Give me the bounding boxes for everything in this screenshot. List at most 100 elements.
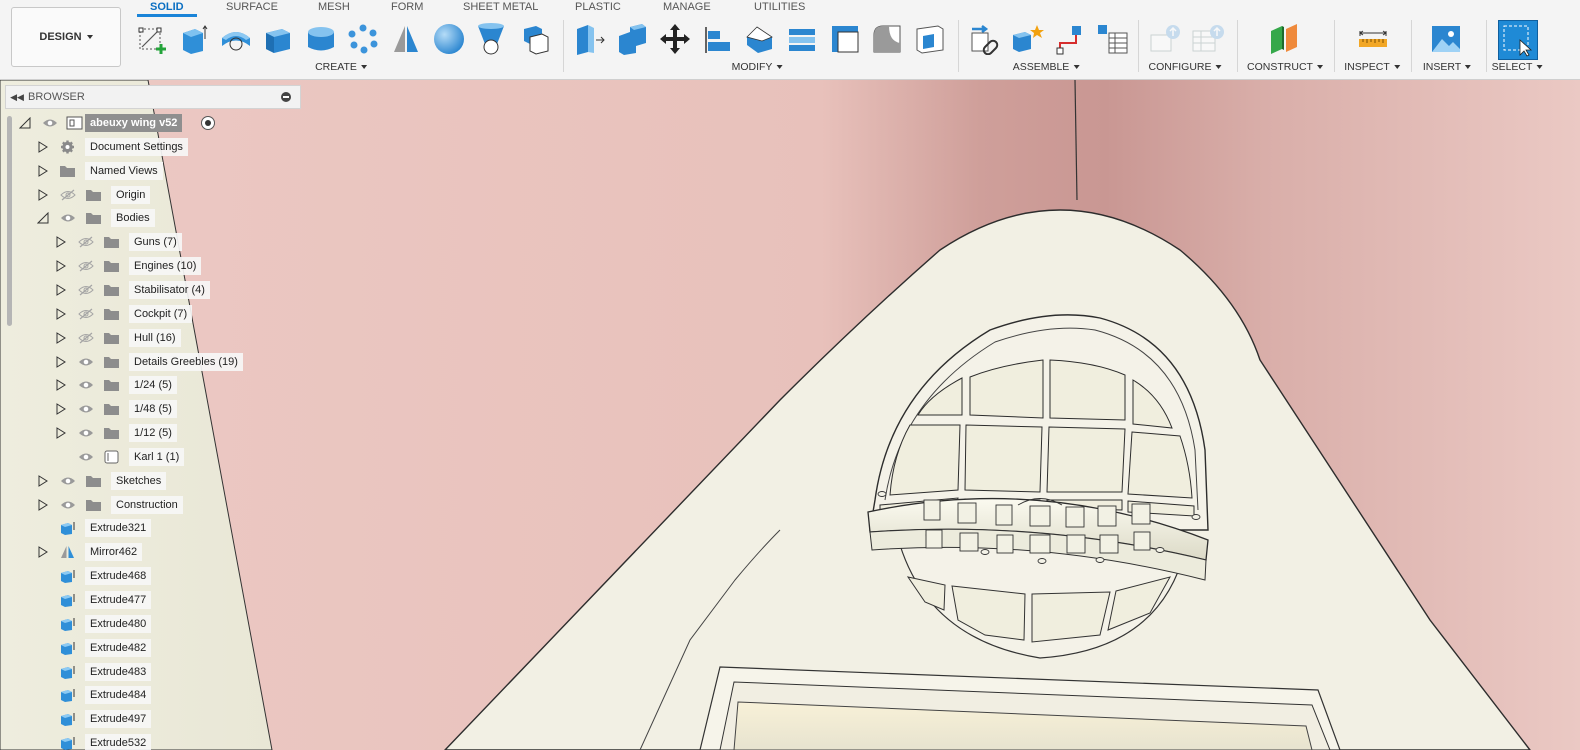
bill-of-materials-tool[interactable] xyxy=(1094,20,1130,58)
pattern-tool[interactable] xyxy=(345,20,381,58)
extrude-tool[interactable] xyxy=(175,20,211,58)
eye-icon[interactable] xyxy=(78,356,94,368)
tree-item-label[interactable]: Extrude497 xyxy=(85,710,152,729)
expand-triangle-icon[interactable] xyxy=(55,284,67,296)
split-face-tool[interactable] xyxy=(827,20,863,58)
select-menu[interactable]: SELECT xyxy=(1492,61,1543,73)
eye-icon[interactable] xyxy=(60,475,76,487)
expand-triangle-icon[interactable] xyxy=(55,427,67,439)
motion-link-tool[interactable] xyxy=(1052,20,1088,58)
insert-menu[interactable]: INSERT xyxy=(1423,61,1472,73)
combine-body-tool[interactable] xyxy=(912,20,948,58)
expand-triangle-icon[interactable] xyxy=(37,140,49,153)
eye-icon[interactable] xyxy=(78,427,94,439)
eye-icon[interactable] xyxy=(42,117,58,129)
root-component-label[interactable]: abeuxy wing v52 xyxy=(85,114,183,132)
tab-utilities[interactable]: UTILITIES xyxy=(741,0,818,15)
configure-menu[interactable]: CONFIGURE xyxy=(1149,61,1222,73)
tree-item-label[interactable]: Cockpit (7) xyxy=(129,304,193,323)
tree-item-label[interactable]: Extrude480 xyxy=(85,614,152,633)
cylinder-tool[interactable] xyxy=(303,20,339,58)
modify-menu[interactable]: MODIFY xyxy=(732,61,783,73)
sphere-tool[interactable] xyxy=(431,20,467,58)
scale-tool[interactable] xyxy=(869,20,905,58)
eye-icon[interactable] xyxy=(60,212,76,224)
minimize-icon[interactable] xyxy=(281,92,291,102)
new-component-tool[interactable] xyxy=(1009,20,1045,58)
eye-icon[interactable] xyxy=(78,451,94,463)
expand-triangle-icon[interactable] xyxy=(55,355,67,368)
fillet-tool[interactable] xyxy=(614,20,650,58)
eye-icon[interactable] xyxy=(78,379,94,391)
tree-item-label[interactable]: Sketches xyxy=(111,471,167,490)
tab-surface[interactable]: SURFACE xyxy=(213,0,291,15)
expand-triangle-icon[interactable] xyxy=(55,260,67,272)
tree-item-label[interactable]: Extrude483 xyxy=(85,662,152,681)
tree-item-label[interactable]: Extrude321 xyxy=(85,519,152,538)
tree-item-label[interactable]: Bodies xyxy=(111,209,155,228)
tree-item-label[interactable]: 1/48 (5) xyxy=(129,400,177,419)
tree-item-label[interactable]: 1/12 (5) xyxy=(129,424,177,443)
tree-item-label[interactable]: Extrude477 xyxy=(85,591,152,609)
tab-form[interactable]: FORM xyxy=(378,0,436,15)
revolve-tool[interactable] xyxy=(218,20,254,58)
shell-tool[interactable] xyxy=(784,20,820,58)
expand-triangle-icon[interactable] xyxy=(55,307,67,320)
press-pull-tool[interactable] xyxy=(572,20,608,58)
eye-hidden-icon[interactable] xyxy=(78,308,94,320)
tree-item-label[interactable]: Mirror462 xyxy=(85,543,143,562)
tree-item-label[interactable]: Hull (16) xyxy=(129,328,181,347)
tree-item-label[interactable]: Named Views xyxy=(85,161,163,180)
tab-manage[interactable]: MANAGE xyxy=(650,0,724,15)
expand-triangle-icon[interactable] xyxy=(37,474,49,487)
mirror-tool[interactable] xyxy=(388,20,424,58)
scrollbar-thumb[interactable] xyxy=(7,116,12,326)
eye-icon[interactable] xyxy=(60,499,76,511)
tree-item-label[interactable]: Details Greebles (19) xyxy=(129,352,243,371)
chamfer-tool[interactable] xyxy=(742,20,778,58)
eye-hidden-icon[interactable] xyxy=(78,236,94,248)
tree-item-label[interactable]: Construction xyxy=(111,495,183,514)
eye-hidden-icon[interactable] xyxy=(78,260,94,272)
configure-table-tool[interactable] xyxy=(1148,20,1184,58)
collapse-triangle-icon[interactable] xyxy=(37,212,49,224)
create-menu[interactable]: CREATE xyxy=(315,61,367,73)
tab-mesh[interactable]: MESH xyxy=(305,0,363,15)
tree-item-label[interactable]: Engines (10) xyxy=(129,257,202,276)
create-sketch-tool[interactable] xyxy=(134,20,170,58)
collapse-triangle-icon[interactable] xyxy=(19,117,31,129)
joint-tool[interactable] xyxy=(967,20,1003,58)
offset-plane-tool[interactable] xyxy=(1266,20,1302,58)
expand-triangle-icon[interactable] xyxy=(55,236,67,249)
expand-triangle-icon[interactable] xyxy=(55,379,67,392)
assemble-menu[interactable]: ASSEMBLE xyxy=(1013,61,1080,73)
eye-hidden-icon[interactable] xyxy=(60,189,76,201)
eye-icon[interactable] xyxy=(78,403,94,415)
box-tool[interactable] xyxy=(260,20,296,58)
expand-triangle-icon[interactable] xyxy=(55,403,67,416)
tree-item-label[interactable]: Stabilisator (4) xyxy=(129,280,210,299)
tab-plastic[interactable]: PLASTIC xyxy=(562,0,634,15)
loft-tool[interactable] xyxy=(473,20,509,58)
select-tool[interactable] xyxy=(1498,20,1538,60)
expand-triangle-icon[interactable] xyxy=(37,188,49,201)
tree-item-label[interactable]: Extrude482 xyxy=(85,638,152,657)
collapse-panel-icon[interactable]: ◀◀ xyxy=(6,92,28,103)
eye-hidden-icon[interactable] xyxy=(78,332,94,344)
construct-menu[interactable]: CONSTRUCT xyxy=(1247,61,1323,73)
tab-sheet-metal[interactable]: SHEET METAL xyxy=(450,0,551,15)
browser-scrollbar[interactable] xyxy=(5,112,15,750)
tree-item-label[interactable]: Document Settings xyxy=(85,137,188,156)
combine-tool[interactable] xyxy=(516,20,552,58)
tree-item-label[interactable]: Extrude468 xyxy=(85,567,152,586)
eye-hidden-icon[interactable] xyxy=(78,284,94,296)
activate-component-radio[interactable] xyxy=(201,116,215,130)
tree-item-label[interactable]: Origin xyxy=(111,185,151,204)
tree-item-label[interactable]: Karl 1 (1) xyxy=(129,447,185,466)
insert-image-tool[interactable] xyxy=(1428,20,1464,58)
align-tool[interactable] xyxy=(699,20,735,58)
configure-rule-tool[interactable] xyxy=(1190,20,1226,58)
tree-item-label[interactable]: Extrude484 xyxy=(85,686,152,705)
inspect-menu[interactable]: INSPECT xyxy=(1344,61,1400,73)
workspace-switcher-button[interactable]: DESIGN xyxy=(11,7,121,67)
